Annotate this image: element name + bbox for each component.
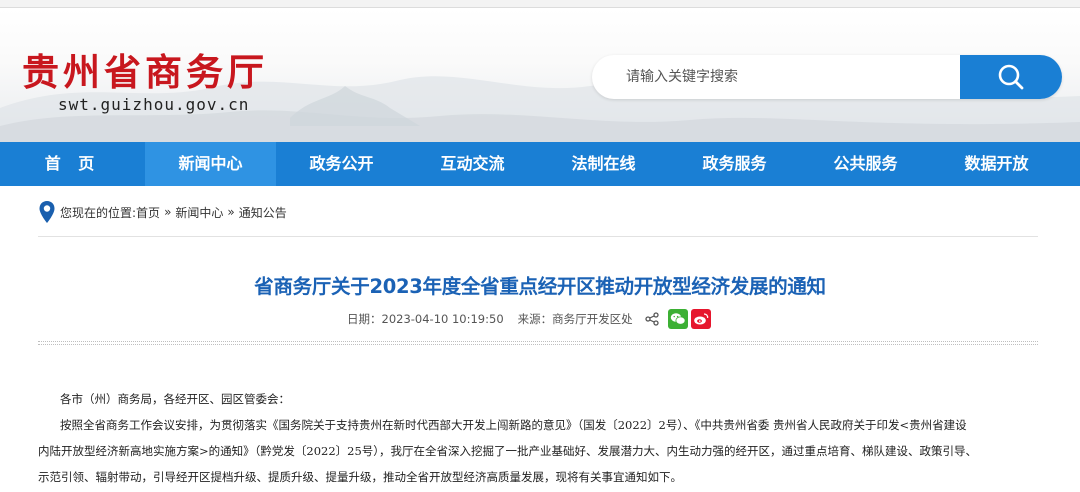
nav-home[interactable]: 首 页 bbox=[0, 142, 145, 186]
wechat-icon bbox=[670, 313, 686, 325]
breadcrumb-divider bbox=[38, 236, 1038, 237]
breadcrumb-home[interactable]: 首页 bbox=[136, 204, 160, 221]
article-salutation: 各市（州）商务局，各经开区、园区管委会： bbox=[60, 392, 290, 406]
search-box bbox=[592, 55, 1062, 99]
breadcrumb-notices[interactable]: 通知公告 bbox=[239, 204, 287, 221]
nav-legal-online[interactable]: 法制在线 bbox=[538, 142, 669, 186]
breadcrumb-separator: » bbox=[164, 205, 172, 219]
article-meta: 日期：2023-04-10 10:19:50 来源：商务厅开发区处 bbox=[347, 306, 711, 332]
article-date: 日期：2023-04-10 10:19:50 bbox=[347, 312, 504, 326]
share-icon bbox=[644, 312, 659, 326]
weibo-icon bbox=[693, 313, 708, 325]
header-banner: 贵州省商务厅 swt.guizhou.gov.cn bbox=[0, 8, 1080, 142]
nav-open-data[interactable]: 数据开放 bbox=[931, 142, 1062, 186]
nav-public-services[interactable]: 公共服务 bbox=[800, 142, 931, 186]
location-pin-icon bbox=[39, 201, 55, 223]
article-source: 来源：商务厅开发区处 bbox=[517, 312, 633, 326]
site-title[interactable]: 贵州省商务厅 bbox=[22, 52, 268, 92]
wechat-share-button[interactable] bbox=[667, 309, 688, 329]
main-nav: 首 页 新闻中心 政务公开 互动交流 法制在线 政务服务 公共服务 数据开放 bbox=[0, 142, 1080, 186]
nav-government-affairs[interactable]: 政务公开 bbox=[276, 142, 407, 186]
breadcrumb-prefix: 您现在的位置: bbox=[60, 205, 137, 220]
search-button[interactable] bbox=[960, 55, 1062, 99]
article-paragraph-line: 内陆开放型经济新高地实施方案>的通知》（黔党发〔2022〕25号），我厅在全省深… bbox=[38, 444, 978, 458]
weibo-share-button[interactable] bbox=[690, 309, 711, 329]
nav-government-services[interactable]: 政务服务 bbox=[669, 142, 800, 186]
article-paragraph-line: 按照全省商务工作会议安排，为贯彻落实《国务院关于支持贵州在新时代西部大开发上闯新… bbox=[60, 418, 967, 432]
article-paragraph-line: 示范引领、辐射带动，引导经开区提档升级、提质升级、提量升级，推动全省开放型经济高… bbox=[38, 470, 682, 484]
breadcrumb-separator: » bbox=[227, 205, 235, 219]
top-strip bbox=[0, 0, 1080, 8]
breadcrumb-news-center[interactable]: 新闻中心 bbox=[175, 204, 223, 221]
article-title: 省商务厅关于2023年度全省重点经开区推动开放型经济发展的通知 bbox=[254, 275, 826, 298]
site-url: swt.guizhou.gov.cn bbox=[58, 95, 250, 114]
search-input[interactable] bbox=[592, 55, 962, 99]
article-body: 各市（州）商务局，各经开区、园区管委会： 按照全省商务工作会议安排，为贯彻落实《… bbox=[38, 386, 1043, 490]
breadcrumb: 您现在的位置: 首页 » 新闻中心 » 通知公告 bbox=[38, 200, 287, 224]
nav-news-center[interactable]: 新闻中心 bbox=[145, 142, 276, 186]
nav-interaction[interactable]: 互动交流 bbox=[407, 142, 538, 186]
meta-divider bbox=[38, 341, 1038, 345]
search-icon bbox=[998, 64, 1024, 90]
